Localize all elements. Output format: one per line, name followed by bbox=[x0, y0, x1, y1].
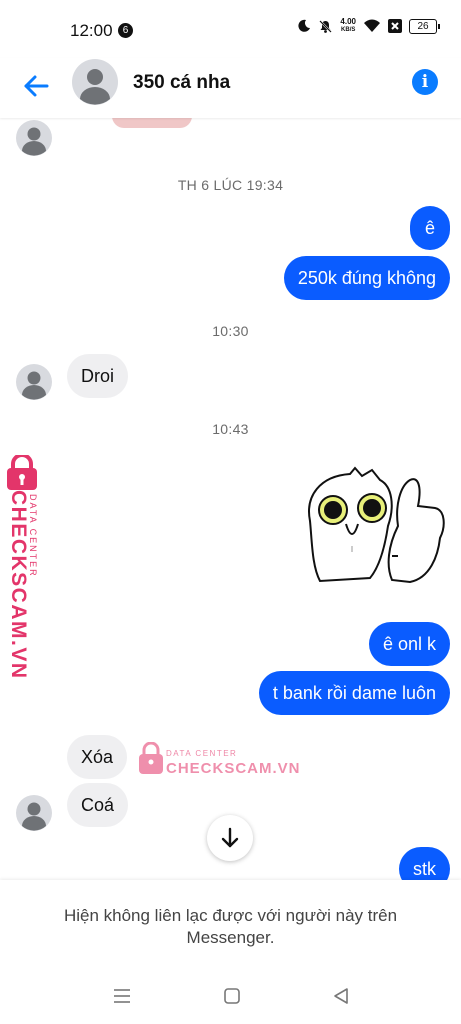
outgoing-message[interactable]: t bank rồi dame luôn bbox=[258, 671, 450, 715]
status-bar: 12:00 6 4.00 KB/S 26 bbox=[0, 0, 461, 58]
message-timestamp: 10:43 bbox=[212, 421, 249, 437]
arrow-down-icon bbox=[221, 827, 239, 848]
status-icons: 4.00 KB/S 26 bbox=[297, 18, 440, 34]
wifi-icon bbox=[364, 19, 380, 32]
message-timestamp: 10:30 bbox=[212, 323, 249, 339]
status-time: 12:00 bbox=[70, 21, 113, 40]
outgoing-message[interactable]: ê bbox=[409, 206, 450, 250]
notification-count-badge: 6 bbox=[118, 23, 133, 38]
scroll-to-bottom-button[interactable] bbox=[207, 815, 253, 861]
back-arrow-icon[interactable] bbox=[20, 70, 52, 102]
incoming-message[interactable]: Xóa bbox=[67, 735, 128, 779]
network-speed: 4.00 KB/S bbox=[340, 18, 356, 34]
watermark-lock-icon bbox=[7, 455, 37, 490]
watermark-text: CHECKSCAM.VN bbox=[7, 490, 30, 680]
avatar[interactable] bbox=[16, 795, 52, 831]
unavailable-notice-bar: Hiện không liên lạc được với người này t… bbox=[0, 880, 461, 1024]
network-speed-unit: KB/S bbox=[341, 27, 356, 33]
contact-name[interactable]: 350 cá nha bbox=[133, 72, 230, 94]
bell-off-icon bbox=[319, 19, 333, 33]
network-speed-value: 4.00 bbox=[340, 17, 356, 26]
close-box-icon bbox=[388, 19, 402, 33]
cat-thumbs-up-sticker[interactable] bbox=[300, 466, 450, 586]
home-icon[interactable] bbox=[223, 987, 241, 1005]
watermark-subtext: DATA CENTER bbox=[166, 749, 238, 758]
messenger-screen: 12:00 6 4.00 KB/S 26 350 cá nha i TH 6 L… bbox=[0, 0, 461, 1024]
incoming-message[interactable]: Droi bbox=[67, 354, 129, 398]
contact-avatar[interactable] bbox=[72, 59, 118, 105]
watermark-text: CHECKSCAM.VN bbox=[166, 760, 301, 777]
conversation-header: 350 cá nha i bbox=[0, 58, 461, 118]
battery-indicator: 26 bbox=[409, 18, 440, 34]
message-timestamp: TH 6 LÚC 19:34 bbox=[177, 177, 284, 193]
unavailable-notice-text: Hiện không liên lạc được với người này t… bbox=[63, 906, 398, 947]
info-icon[interactable]: i bbox=[412, 69, 438, 95]
outgoing-message[interactable]: 250k đúng không bbox=[283, 256, 450, 300]
outgoing-message[interactable]: ê onl k bbox=[368, 622, 450, 666]
back-icon[interactable] bbox=[332, 987, 350, 1005]
avatar[interactable] bbox=[16, 120, 52, 156]
avatar[interactable] bbox=[16, 364, 52, 400]
incoming-message[interactable]: Coá bbox=[67, 783, 129, 827]
moon-icon bbox=[298, 19, 311, 32]
watermark-lock-icon bbox=[139, 742, 163, 774]
system-navigation-bar bbox=[0, 980, 461, 1024]
menu-icon[interactable] bbox=[113, 988, 131, 1004]
watermark-subtext: DATA CENTER bbox=[28, 494, 38, 578]
